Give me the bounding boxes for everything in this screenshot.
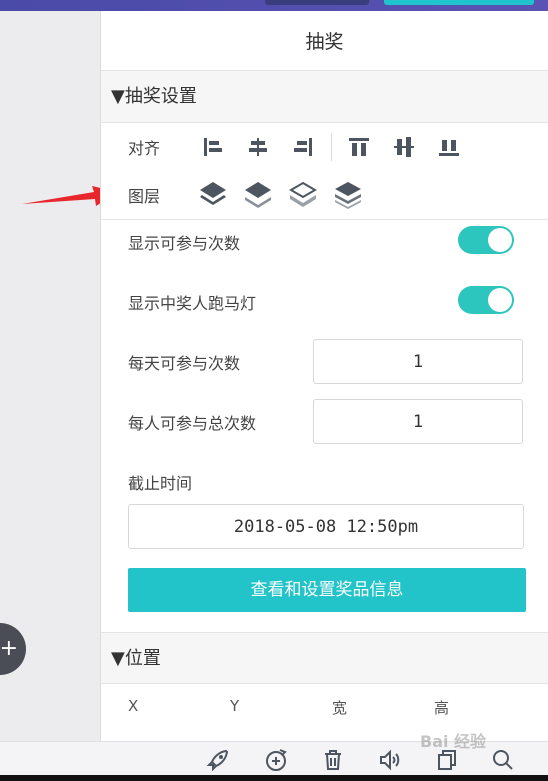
sound-icon[interactable] bbox=[378, 748, 402, 772]
align-top-icon[interactable] bbox=[336, 132, 381, 162]
align-center-h-icon[interactable] bbox=[235, 132, 280, 162]
canvas-area: + bbox=[0, 11, 100, 741]
align-right-icon[interactable] bbox=[280, 132, 325, 162]
screen-bottom-edge bbox=[0, 775, 548, 781]
daily-count-input[interactable]: 1 bbox=[313, 339, 523, 384]
top-bar bbox=[0, 0, 548, 11]
align-row: 对齐 bbox=[101, 123, 548, 171]
properties-panel: 抽奖 ▼抽奖设置 对齐 图层 显示可参与次数 显示中奖人跑马灯 每天可参与次数 … bbox=[100, 11, 548, 741]
toolbar-divider bbox=[331, 133, 332, 161]
position-section: ▼位置 bbox=[101, 632, 548, 684]
layer-top-icon[interactable] bbox=[190, 180, 235, 210]
align-label: 对齐 bbox=[128, 139, 161, 158]
show-marquee-toggle[interactable] bbox=[458, 286, 514, 314]
position-header[interactable]: ▼位置 bbox=[101, 632, 548, 684]
toggle-knob bbox=[488, 288, 512, 312]
show-count-label: 显示可参与次数 bbox=[128, 234, 241, 253]
total-count-input[interactable]: 1 bbox=[313, 399, 523, 444]
trash-icon[interactable] bbox=[321, 748, 345, 772]
watermark: Bai 经验 bbox=[420, 732, 487, 751]
layer-row: 图层 bbox=[101, 171, 548, 220]
top-bar-button[interactable] bbox=[265, 0, 369, 5]
deadline-input[interactable]: 2018-05-08 12:50pm bbox=[128, 504, 524, 549]
align-center-v-icon[interactable] bbox=[381, 132, 426, 162]
search-icon[interactable] bbox=[491, 748, 515, 772]
panel-title: 抽奖 bbox=[101, 11, 548, 71]
align-left-icon[interactable] bbox=[190, 132, 235, 162]
x-label: X bbox=[128, 697, 139, 715]
layer-down-icon[interactable] bbox=[280, 180, 325, 210]
prize-settings-button[interactable]: 查看和设置奖品信息 bbox=[128, 568, 526, 612]
rocket-icon[interactable] bbox=[206, 748, 230, 772]
layer-up-icon[interactable] bbox=[235, 180, 280, 210]
daily-count-label: 每天可参与次数 bbox=[128, 354, 241, 373]
toggle-knob bbox=[488, 228, 512, 252]
align-bottom-icon[interactable] bbox=[426, 132, 471, 162]
show-marquee-label: 显示中奖人跑马灯 bbox=[128, 294, 257, 313]
width-label: 宽 bbox=[332, 699, 348, 717]
show-count-toggle[interactable] bbox=[458, 226, 514, 254]
lottery-settings-header[interactable]: ▼抽奖设置 bbox=[101, 71, 548, 123]
y-label: Y bbox=[230, 697, 240, 715]
animation-add-icon[interactable] bbox=[264, 748, 288, 772]
height-label: 高 bbox=[434, 699, 450, 717]
top-bar-accent-button[interactable] bbox=[384, 0, 534, 5]
layer-bottom-icon[interactable] bbox=[325, 180, 370, 210]
add-fab-button[interactable]: + bbox=[0, 623, 26, 675]
total-count-label: 每人可参与总次数 bbox=[128, 414, 257, 433]
layer-label: 图层 bbox=[128, 187, 161, 206]
deadline-label: 截止时间 bbox=[128, 474, 193, 493]
